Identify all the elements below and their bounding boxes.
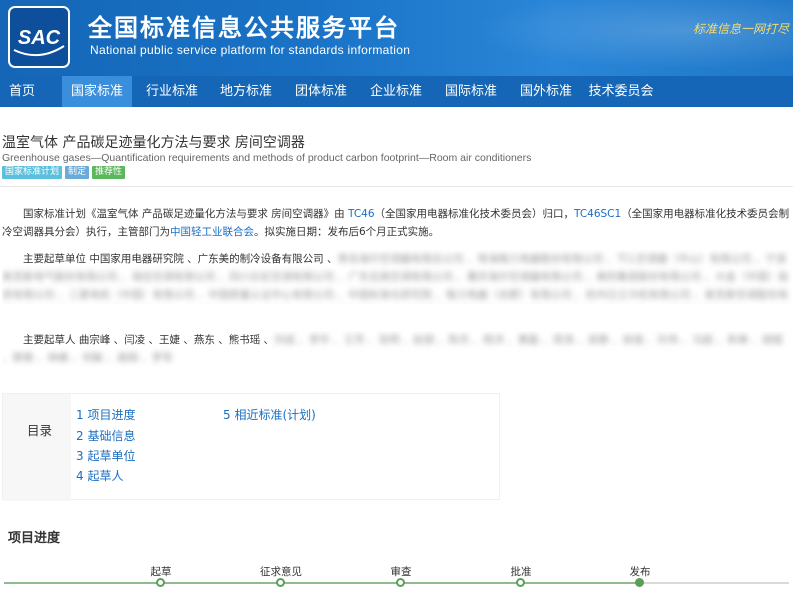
site-title: 全国标准信息公共服务平台	[88, 14, 400, 42]
toc-head: 目录	[3, 394, 71, 501]
standard-title-area: 温室气体 产品碳足迹量化方法与要求 房间空调器 Greenhouse gases…	[0, 107, 793, 187]
nav-technical-committee[interactable]: 技术委员会	[585, 76, 657, 107]
table-of-contents: 目录 1 项目进度 2 基础信息 3 起草单位 4 起草人 5 相近标准(计划)	[2, 393, 500, 501]
tc46sc1-link[interactable]: TC46SC1	[574, 208, 621, 220]
site-slogan: 标准信息一网打尽	[692, 22, 789, 36]
description-text: 国家标准计划《温室气体 产品碳足迹量化方法与要求 房间空调器》由	[23, 208, 349, 220]
stage-dot-review	[396, 578, 405, 587]
toc-label: 目录	[27, 423, 53, 438]
nav-enterprise-standard[interactable]: 企业标准	[362, 76, 430, 107]
nav-national-standard[interactable]: 国家标准	[62, 76, 132, 107]
stage-dot-publish	[635, 578, 644, 587]
description-text: 。拟实施日期：发布后6个月正式实施。	[254, 226, 440, 238]
stage-dot-consultation	[276, 578, 285, 587]
nav-group-standard[interactable]: 团体标准	[287, 76, 355, 107]
drafters-visible: 曲宗峰 、闫凌 、王婕 、燕东 、熊书瑶 、	[78, 334, 275, 346]
drafters-label: 主要起草人	[23, 334, 76, 346]
stage-label-publish: 发布	[629, 566, 651, 578]
nav-industry-standard[interactable]: 行业标准	[138, 76, 206, 107]
nav-international-standard[interactable]: 国际标准	[437, 76, 505, 107]
standard-title-en: Greenhouse gases—Quantification requirem…	[2, 152, 532, 164]
toc-item-basic-info[interactable]: 2 基础信息	[76, 427, 135, 444]
description-text: （全国家用电器标准化技术委员会）归口，	[374, 208, 575, 220]
svg-text:SAC: SAC	[18, 27, 61, 49]
drafting-units-visible: 中国家用电器研究院 、广东美的制冷设备有限公司 、	[89, 253, 338, 265]
stage-label-drafting: 起草	[150, 566, 172, 578]
badge-recommended: 推荐性	[92, 166, 126, 179]
stage-dot-approval	[516, 578, 525, 587]
stage-dot-drafting	[156, 578, 165, 587]
toc-item-similar-standards[interactable]: 5 相近标准(计划)	[223, 406, 316, 423]
stage-label-consultation: 征求意见	[260, 566, 302, 578]
badge-plan: 国家标准计划	[2, 166, 63, 179]
nav-foreign-standard[interactable]: 国外标准	[512, 76, 580, 107]
badge-group: 国家标准计划 制定 推荐性	[2, 166, 128, 179]
stage-label-approval: 批准	[510, 566, 532, 578]
site-subtitle: National public service platform for sta…	[90, 43, 411, 57]
drafting-units: 主要起草单位 中国家用电器研究院 、广东美的制冷设备有限公司 、青岛海尔空调器有…	[2, 250, 793, 304]
toc-item-progress[interactable]: 1 项目进度	[76, 406, 135, 423]
timeline-track-done	[4, 582, 640, 584]
main-nav: 首页 国家标准 行业标准 地方标准 团体标准 企业标准 国际标准 国外标准 技术…	[0, 76, 793, 107]
site-header: SAC 全国标准信息公共服务平台 National public service…	[0, 0, 793, 76]
nav-home[interactable]: 首页	[0, 76, 44, 107]
tc46-link[interactable]: TC46	[348, 208, 375, 220]
progress-title: 项目进度	[8, 531, 61, 546]
sac-logo[interactable]: SAC	[8, 6, 70, 68]
department-link[interactable]: 中国轻工业联合会	[170, 226, 254, 238]
standard-title: 温室气体 产品碳足迹量化方法与要求 房间空调器	[2, 135, 305, 151]
drafters: 主要起草人 曲宗峰 、闫凌 、王婕 、燕东 、熊书瑶 、刘成 、李华 、王芳 、…	[2, 331, 793, 367]
standard-description: 国家标准计划《温室气体 产品碳足迹量化方法与要求 房间空调器》由 TC46（全国…	[2, 205, 793, 241]
drafting-units-label: 主要起草单位	[23, 253, 86, 265]
stage-label-review: 审查	[390, 566, 412, 578]
nav-local-standard[interactable]: 地方标准	[212, 76, 280, 107]
toc-item-drafting-units[interactable]: 3 起草单位	[76, 447, 135, 464]
toc-item-drafters[interactable]: 4 起草人	[76, 467, 123, 484]
badge-formulate: 制定	[65, 166, 90, 179]
